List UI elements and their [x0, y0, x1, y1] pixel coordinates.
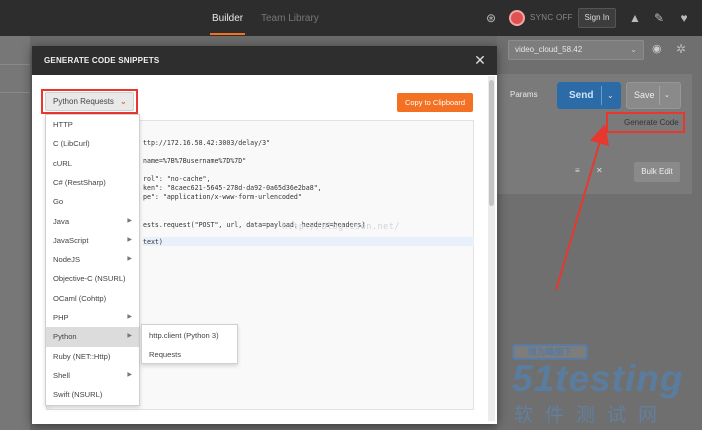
option-label: C# (RestSharp) [53, 177, 106, 187]
tab-builder[interactable]: Builder [209, 13, 246, 35]
heart-icon[interactable]: ♥ [677, 11, 691, 25]
python-option-requests[interactable]: Requests [142, 345, 237, 364]
code-line: ken": "8caec621-5645-278d-da92-0a65d36e2… [143, 184, 322, 192]
current-line-highlight [143, 237, 474, 246]
watermark-url: http://blog.csdn.net/ [282, 222, 400, 232]
top-bar: Builder Team Library ⊛ SYNC OFF Sign In … [0, 0, 702, 36]
option-label: C (LibCurl) [53, 139, 90, 149]
close-icon[interactable]: ✕ [473, 52, 487, 68]
chevron-right-icon: ▶ [127, 333, 132, 340]
language-option-java[interactable]: Java ▶ [46, 212, 139, 231]
environment-value: video_cloud_58.42 [515, 45, 583, 54]
bulk-edit-icon[interactable]: ≡ [575, 166, 580, 175]
language-option-javascript[interactable]: JavaScript ▶ [46, 231, 139, 250]
language-option-http[interactable]: HTTP [46, 115, 139, 134]
language-option-ruby[interactable]: Ruby (NET::Http) [46, 347, 139, 366]
watermark-subtitle: 软件测试网 [514, 405, 670, 426]
chevron-right-icon: ▶ [127, 217, 132, 224]
language-option-c-libcurl[interactable]: C (LibCurl) [46, 134, 139, 153]
option-label: cURL [53, 158, 72, 168]
wrench-icon[interactable]: ✎ [652, 11, 666, 25]
sidebar-collapsed [0, 36, 30, 430]
gear-icon[interactable]: ✲ [676, 42, 690, 56]
option-label: PHP [53, 313, 69, 322]
language-option-shell[interactable]: Shell ▶ [46, 366, 139, 385]
option-label: HTTP [53, 120, 73, 129]
sync-label: SYNC OFF [530, 13, 573, 22]
eye-icon[interactable]: ◉ [652, 43, 666, 55]
chevron-right-icon: ▶ [127, 256, 132, 263]
chevron-down-icon[interactable]: ⌄ [607, 82, 614, 109]
watermark-logo: 51testing [512, 358, 684, 399]
option-label: Ruby (NET::Http) [53, 351, 111, 361]
copy-to-clipboard-button[interactable]: Copy to Clipboard [397, 93, 473, 112]
code-line: text) [143, 238, 163, 246]
language-option-objective-c[interactable]: Objective-C (NSURL) [46, 269, 139, 288]
tab-team-library[interactable]: Team Library [261, 13, 319, 24]
send-button[interactable]: Send ⌄ [557, 82, 621, 109]
chevron-down-icon: ⌄ [630, 45, 637, 54]
language-option-curl[interactable]: cURL [46, 154, 139, 173]
send-label: Send [569, 90, 594, 101]
code-line: name=%7B%7Busername%7D%7D" [143, 157, 247, 165]
option-label: JavaScript [53, 235, 89, 245]
bulk-edit-button[interactable]: Bulk Edit [634, 162, 680, 182]
option-label: OCaml (Cohttp) [53, 293, 107, 303]
modal-header: GENERATE CODE SNIPPETS ✕ [32, 46, 497, 75]
code-line: rol": "no-cache", [143, 175, 211, 183]
chevron-right-icon: ▶ [127, 371, 132, 378]
chevron-right-icon: ▶ [127, 236, 132, 243]
option-label: Shell [53, 370, 70, 380]
code-line: pe": "application/x-www-form-urlencoded" [143, 193, 302, 201]
option-label: Java [53, 216, 70, 226]
save-label: Save [634, 90, 655, 100]
language-option-ocaml[interactable]: OCaml (Cohttp) [46, 289, 139, 308]
modal-scrollbar-thumb[interactable] [489, 80, 494, 206]
language-option-swift[interactable]: Swift (NSURL) [46, 385, 139, 404]
language-option-php[interactable]: PHP ▶ [46, 308, 139, 327]
chevron-down-icon[interactable]: ⌄ [664, 83, 670, 108]
language-option-python[interactable]: Python ▶ [46, 327, 139, 347]
option-label: Go [53, 197, 64, 207]
option-label: Objective-C (NSURL) [53, 274, 126, 284]
language-option-go[interactable]: Go [46, 192, 139, 211]
divider [659, 86, 660, 105]
divider [601, 86, 602, 105]
sign-in-button[interactable]: Sign In [578, 8, 616, 28]
modal-title: GENERATE CODE SNIPPETS [44, 56, 160, 65]
code-line: ttp://172.16.58.42:3003/delay/3" [143, 139, 271, 147]
bell-icon[interactable]: ▲ [628, 11, 642, 25]
environment-select[interactable]: video_cloud_58.42 ⌄ [508, 40, 644, 60]
language-option-csharp[interactable]: C# (RestSharp) [46, 173, 139, 192]
satellite-icon[interactable]: ⊛ [484, 11, 498, 25]
option-label: NodeJS [53, 255, 81, 265]
language-dropdown-menu: HTTP C (LibCurl) cURL C# (RestSharp) Go … [45, 114, 140, 406]
python-option-http-client[interactable]: http.client (Python 3) [142, 326, 237, 345]
save-button[interactable]: Save ⌄ [626, 82, 681, 109]
option-label: Swift (NSURL) [53, 390, 103, 400]
option-label: Python [53, 332, 77, 342]
language-option-nodejs[interactable]: NodeJS ▶ [46, 250, 139, 269]
sync-status-icon[interactable] [509, 10, 525, 26]
chevron-right-icon: ▶ [127, 314, 132, 320]
python-submenu: http.client (Python 3) Requests [141, 324, 238, 364]
annotation-box [41, 89, 138, 114]
annotation-box [606, 112, 685, 133]
close-icon[interactable]: ✕ [596, 166, 603, 175]
params-button[interactable]: Params [510, 90, 538, 99]
